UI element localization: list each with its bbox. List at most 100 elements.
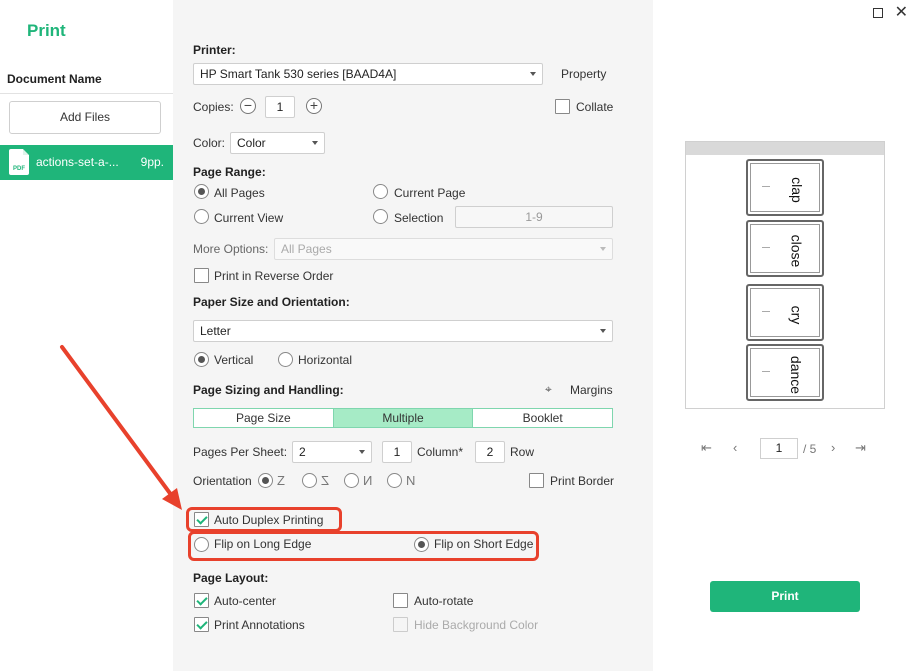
current-view-radio[interactable] <box>194 209 209 224</box>
auto-rotate-checkbox[interactable] <box>393 593 408 608</box>
z-order-icon: Z <box>277 473 285 488</box>
preview-card: cry <box>746 284 824 341</box>
printer-label: Printer: <box>193 43 236 57</box>
print-button[interactable]: Print <box>710 581 860 612</box>
page-sizing-tabs: Page Size Multiple Booklet <box>193 408 613 428</box>
app-title: Print <box>27 21 66 40</box>
preview-pager: ⇤ ‹ 1 / 5 › ⇥ <box>701 438 871 460</box>
card-word-container: dance <box>768 346 825 403</box>
file-list-item[interactable]: PDF actions-set-a-... 9pp. <box>0 145 173 180</box>
color-label: Color: <box>193 136 226 150</box>
page-range-label: Page Range: <box>193 165 266 179</box>
file-page-count: 9pp. <box>140 155 164 169</box>
card-word: cry <box>788 305 805 324</box>
margins-link[interactable]: Margins <box>570 383 613 397</box>
print-annotations-checkbox[interactable] <box>194 617 209 632</box>
tab-multiple[interactable]: Multiple <box>333 409 474 427</box>
reverse-order-label: Print in Reverse Order <box>214 269 334 283</box>
horizontal-label: Horizontal <box>298 353 353 367</box>
collate-label: Collate <box>576 100 614 114</box>
print-border-checkbox[interactable] <box>529 473 544 488</box>
paper-size-value: Letter <box>200 324 231 338</box>
property-link[interactable]: Property <box>561 67 606 81</box>
paper-size-select[interactable]: Letter <box>193 320 613 342</box>
selection-range-input[interactable]: 1-9 <box>455 206 613 228</box>
copies-label: Copies: <box>193 100 234 114</box>
more-options-label: More Options: <box>193 242 269 256</box>
orientation-radio-3[interactable] <box>344 473 359 488</box>
vertical-label: Vertical <box>214 353 254 367</box>
chevron-down-icon <box>359 450 365 454</box>
print-annotations-label: Print Annotations <box>214 618 305 632</box>
preview-card: dance <box>746 344 824 401</box>
close-icon[interactable]: ✕ <box>895 2 908 22</box>
file-name: actions-set-a-... <box>36 155 119 169</box>
document-name-header: Document Name <box>7 72 102 86</box>
orientation-radio-4[interactable] <box>387 473 402 488</box>
selection-radio[interactable] <box>373 209 388 224</box>
chevron-down-icon <box>600 329 606 333</box>
card-word-container: close <box>768 222 825 279</box>
next-page-icon[interactable]: › <box>831 440 835 455</box>
orientation-label: Orientation <box>193 474 252 488</box>
orientation-radio-2[interactable] <box>302 473 317 488</box>
hide-background-checkbox[interactable] <box>393 617 408 632</box>
hide-background-label: Hide Background Color <box>414 618 539 632</box>
auto-center-checkbox[interactable] <box>194 593 209 608</box>
pages-per-sheet-select[interactable]: 2 <box>292 441 372 463</box>
printer-value: HP Smart Tank 530 series [BAAD4A] <box>200 67 397 81</box>
card-word: clap <box>788 176 805 203</box>
card-word: close <box>788 234 805 267</box>
last-page-icon[interactable]: ⇥ <box>855 440 866 456</box>
print-settings-panel: Printer: HP Smart Tank 530 series [BAAD4… <box>173 0 653 671</box>
copies-decrement-button[interactable]: − <box>240 98 256 114</box>
n-order-icon: N <box>406 473 416 488</box>
chevron-down-icon <box>530 72 536 76</box>
all-pages-label: All Pages <box>214 186 265 200</box>
chevron-down-icon <box>312 141 318 145</box>
horizontal-radio[interactable] <box>278 352 293 367</box>
printer-select[interactable]: HP Smart Tank 530 series [BAAD4A] <box>193 63 543 85</box>
tab-page-size[interactable]: Page Size <box>194 409 334 427</box>
column-label: Column* <box>417 445 464 459</box>
pages-per-sheet-label: Pages Per Sheet: <box>193 445 288 459</box>
more-options-value: All Pages <box>281 242 332 256</box>
pdf-file-icon: PDF <box>9 149 29 175</box>
page-number-input[interactable]: 1 <box>760 438 798 459</box>
tab-booklet[interactable]: Booklet <box>473 409 613 427</box>
collate-checkbox[interactable] <box>555 99 570 114</box>
paper-size-label: Paper Size and Orientation: <box>193 295 350 309</box>
prev-page-icon[interactable]: ‹ <box>733 440 737 455</box>
print-preview: clap close cry dance <box>685 141 885 409</box>
divider <box>0 93 173 94</box>
more-options-select[interactable]: All Pages <box>274 238 613 260</box>
add-files-button[interactable]: Add Files <box>9 101 161 134</box>
margins-icon[interactable]: ⌖ <box>545 382 552 397</box>
current-page-radio[interactable] <box>373 184 388 199</box>
rows-input[interactable]: 2 <box>475 441 505 463</box>
annotation-highlight-flip <box>188 531 539 561</box>
color-select[interactable]: Color <box>230 132 325 154</box>
pages-per-sheet-value: 2 <box>299 445 306 459</box>
page-layout-label: Page Layout: <box>193 571 269 585</box>
card-word-container: clap <box>768 161 825 218</box>
annotation-highlight-duplex <box>186 507 342 532</box>
reverse-z-order-icon: Z <box>321 473 329 488</box>
copies-increment-button[interactable]: + <box>306 98 322 114</box>
vertical-radio[interactable] <box>194 352 209 367</box>
columns-input[interactable]: 1 <box>382 441 412 463</box>
maximize-icon[interactable] <box>873 8 883 18</box>
preview-card: close <box>746 220 824 277</box>
orientation-radio-1[interactable] <box>258 473 273 488</box>
selection-label: Selection <box>394 211 444 225</box>
reverse-order-checkbox[interactable] <box>194 268 209 283</box>
card-word-container: cry <box>768 286 825 343</box>
all-pages-radio[interactable] <box>194 184 209 199</box>
print-border-label: Print Border <box>550 474 615 488</box>
copies-input[interactable]: 1 <box>265 96 295 118</box>
auto-rotate-label: Auto-rotate <box>414 594 474 608</box>
first-page-icon[interactable]: ⇤ <box>701 440 712 456</box>
reverse-n-order-icon: N <box>363 473 373 488</box>
current-page-label: Current Page <box>394 186 466 200</box>
preview-card: clap <box>746 159 824 216</box>
